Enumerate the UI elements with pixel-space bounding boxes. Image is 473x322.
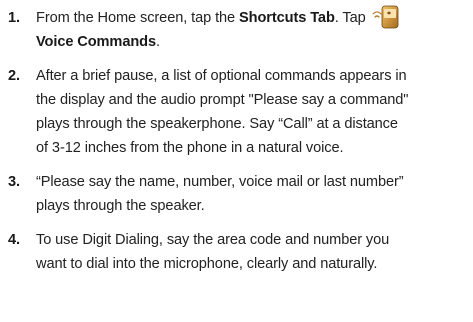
step-text: . [155,34,160,50]
step-text-line: want to dial into the microphone, clearl… [36,256,378,272]
step-1-line-2: Voice Commands. [36,30,468,54]
phone-speaker-icon [372,5,399,29]
step-text-line: the display and the audio prompt "Please… [36,92,409,108]
step-4: 4. To use Digit Dialing, say the area co… [8,228,468,276]
instruction-list: 1. From the Home screen, tap the Shortcu… [8,5,468,286]
step-text-line: of 3-12 inches from the phone in a natur… [36,140,344,156]
step-number: 2. [8,68,20,84]
step-1: 1. From the Home screen, tap the Shortcu… [8,5,468,54]
step-text-line: “Please say the name, number, voice mail… [36,174,404,190]
step-text-line: To use Digit Dialing, say the area code … [36,232,390,248]
step-number: 3. [8,174,20,190]
step-text-line: plays through the speaker. [36,198,205,214]
step-3: 3. “Please say the name, number, voice m… [8,170,468,218]
step-1-line-1: From the Home screen, tap the Shortcuts … [36,5,468,30]
step-text: . Tap [334,10,366,26]
step-number: 1. [8,10,20,26]
shortcuts-tab-label: Shortcuts Tab [239,10,335,26]
step-text-line: After a brief pause, a list of optional … [36,68,407,84]
voice-commands-label: Voice Commands [36,34,156,50]
step-text: From the Home screen, tap the [36,10,240,26]
step-2: 2. After a brief pause, a list of option… [8,64,468,160]
step-number: 4. [8,232,20,248]
step-text-line: plays through the speakerphone. Say “Cal… [36,116,398,132]
voice-commands-app-icon [372,5,402,30]
